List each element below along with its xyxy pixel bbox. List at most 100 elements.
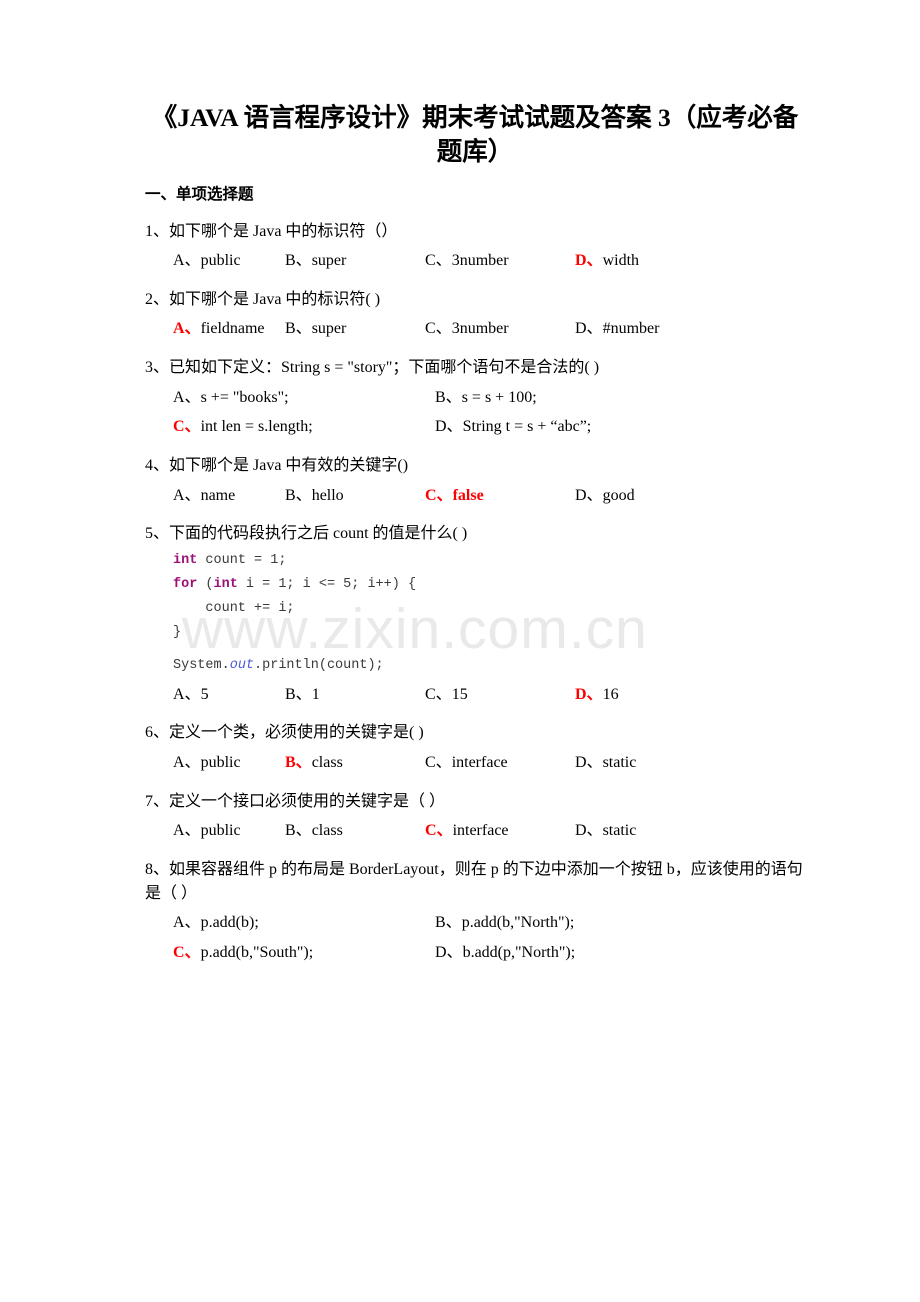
option-text: s = s + 100; xyxy=(461,388,537,406)
question-4: 4、如下哪个是 Java 中有效的关键字() A、name B、hello C、fal… xyxy=(145,454,805,508)
option-text: class xyxy=(311,821,343,839)
option-a[interactable]: A、public xyxy=(173,249,285,274)
option-marker: A、 xyxy=(173,821,201,839)
question-2: 2、如下哪个是 Java 中的标识符( ) A、fieldname B、super C… xyxy=(145,288,805,342)
option-marker: A、 xyxy=(173,753,201,771)
option-text: p.add(b,"South"); xyxy=(200,944,314,962)
document-body: 《JAVA 语言程序设计》期末考试试题及答案 3（应考必备题库） 一、单项选择题… xyxy=(145,0,805,966)
option-marker: B、 xyxy=(285,320,312,338)
option-marker: A、 xyxy=(173,388,201,406)
option-marker: C、 xyxy=(425,320,452,338)
option-d[interactable]: D、static xyxy=(575,751,636,776)
option-row: C、p.add(b,"South"); D、b.add(p,"North"); xyxy=(145,941,805,966)
option-d[interactable]: D、width xyxy=(575,249,639,274)
option-text: String t = s + “abc”; xyxy=(462,418,592,436)
code-line: int count = 1; xyxy=(173,549,805,573)
question-stem: 8、如果容器组件 p 的布局是 BorderLayout，则在 p 的下边中添加… xyxy=(145,860,803,903)
option-d[interactable]: D、good xyxy=(575,484,635,509)
option-row: A、public B、class C、interface D、static xyxy=(145,819,805,844)
document-page: 《JAVA 语言程序设计》期末考试试题及答案 3（应考必备题库） 一、单项选择题… xyxy=(0,0,920,1302)
code-keyword: int xyxy=(213,576,238,592)
option-a[interactable]: A、p.add(b); xyxy=(173,911,435,936)
option-a[interactable]: A、public xyxy=(173,819,285,844)
option-c[interactable]: C、int len = s.length; xyxy=(173,415,435,440)
option-b[interactable]: B、p.add(b,"North"); xyxy=(435,911,574,936)
option-text: 16 xyxy=(602,685,619,703)
option-marker: A、 xyxy=(173,685,201,703)
option-marker: A、 xyxy=(173,914,201,932)
option-a[interactable]: A、s += "books"; xyxy=(173,386,435,411)
option-row: A、p.add(b); B、p.add(b,"North"); xyxy=(145,911,805,936)
option-row: A、s += "books"; B、s = s + 100; xyxy=(145,386,805,411)
option-a[interactable]: A、public xyxy=(173,751,285,776)
option-c[interactable]: C、15 xyxy=(425,683,575,708)
questions-container: 1、如下哪个是 Java 中的标识符（） A、public B、super C、3nu… xyxy=(145,220,805,966)
option-c[interactable]: C、p.add(b,"South"); xyxy=(173,941,435,966)
question-6: 6、定义一个类，必须使用的关键字是( ) A、public B、class C、int… xyxy=(145,721,805,775)
code-line: System.out.println(count); xyxy=(173,654,805,678)
option-marker: B、 xyxy=(435,388,462,406)
question-stem: 5、下面的代码段执行之后 count 的值是什么( ) xyxy=(145,525,468,543)
option-b[interactable]: B、class xyxy=(285,751,425,776)
question-stem: 2、如下哪个是 Java 中的标识符( ) xyxy=(145,291,381,309)
option-d[interactable]: D、String t = s + “abc”; xyxy=(435,415,591,440)
option-a[interactable]: A、name xyxy=(173,484,285,509)
option-b[interactable]: B、class xyxy=(285,819,425,844)
option-d[interactable]: D、static xyxy=(575,819,636,844)
question-stem: 1、如下哪个是 Java 中的标识符（） xyxy=(145,223,398,241)
code-text: count += i; xyxy=(173,600,295,616)
option-text: fieldname xyxy=(200,320,265,338)
option-c[interactable]: C、3number xyxy=(425,249,575,274)
option-a[interactable]: A、5 xyxy=(173,683,285,708)
option-b[interactable]: B、hello xyxy=(285,484,425,509)
section-heading-multiple-choice: 一、单项选择题 xyxy=(145,185,254,203)
option-row: A、5 B、1 C、15 D、16 xyxy=(145,683,805,708)
option-marker: D、 xyxy=(435,418,463,436)
option-text: public xyxy=(200,753,241,771)
code-keyword: int xyxy=(173,552,198,568)
question-5: 5、下面的代码段执行之后 count 的值是什么( ) int count = 1… xyxy=(145,522,805,707)
option-marker: A、 xyxy=(173,320,201,338)
option-marker: C、 xyxy=(425,753,452,771)
option-c[interactable]: C、interface xyxy=(425,751,575,776)
option-text: public xyxy=(200,821,241,839)
option-text: 15 xyxy=(451,685,468,703)
option-text: interface xyxy=(452,821,509,839)
option-d[interactable]: D、16 xyxy=(575,683,619,708)
option-b[interactable]: B、s = s + 100; xyxy=(435,386,537,411)
option-text: name xyxy=(200,486,236,504)
option-marker: C、 xyxy=(425,685,452,703)
question-3: 3、已知如下定义：String s = "story"；下面哪个语句不是合法的(… xyxy=(145,356,805,440)
option-marker: C、 xyxy=(425,821,453,839)
option-c[interactable]: C、3number xyxy=(425,317,575,342)
option-d[interactable]: D、#number xyxy=(575,317,659,342)
question-7: 7、定义一个接口必须使用的关键字是（ ） A、public B、class C、int… xyxy=(145,790,805,844)
question-stem: 4、如下哪个是 Java 中有效的关键字() xyxy=(145,457,409,475)
option-marker: C、 xyxy=(425,486,453,504)
option-c[interactable]: C、false xyxy=(425,484,575,509)
option-marker: B、 xyxy=(285,252,312,270)
option-row: A、name B、hello C、false D、good xyxy=(145,484,805,509)
option-marker: D、 xyxy=(435,944,463,962)
option-a[interactable]: A、fieldname xyxy=(173,317,285,342)
option-text: hello xyxy=(311,486,344,504)
option-text: static xyxy=(602,753,637,771)
option-d[interactable]: D、b.add(p,"North"); xyxy=(435,941,575,966)
option-marker: B、 xyxy=(285,486,312,504)
option-text: interface xyxy=(451,753,508,771)
option-row: C、int len = s.length; D、String t = s + “a… xyxy=(145,415,805,440)
option-marker: B、 xyxy=(285,821,312,839)
option-text: public xyxy=(200,252,241,270)
code-line: count += i; xyxy=(173,597,805,621)
code-text: count = 1; xyxy=(197,552,287,568)
option-marker: D、 xyxy=(575,252,603,270)
question-1: 1、如下哪个是 Java 中的标识符（） A、public B、super C、3nu… xyxy=(145,220,805,274)
option-c[interactable]: C、interface xyxy=(425,819,575,844)
option-marker: A、 xyxy=(173,252,201,270)
option-text: width xyxy=(602,252,640,270)
option-b[interactable]: B、super xyxy=(285,249,425,274)
option-b[interactable]: B、super xyxy=(285,317,425,342)
option-b[interactable]: B、1 xyxy=(285,683,425,708)
code-text: } xyxy=(173,624,182,640)
